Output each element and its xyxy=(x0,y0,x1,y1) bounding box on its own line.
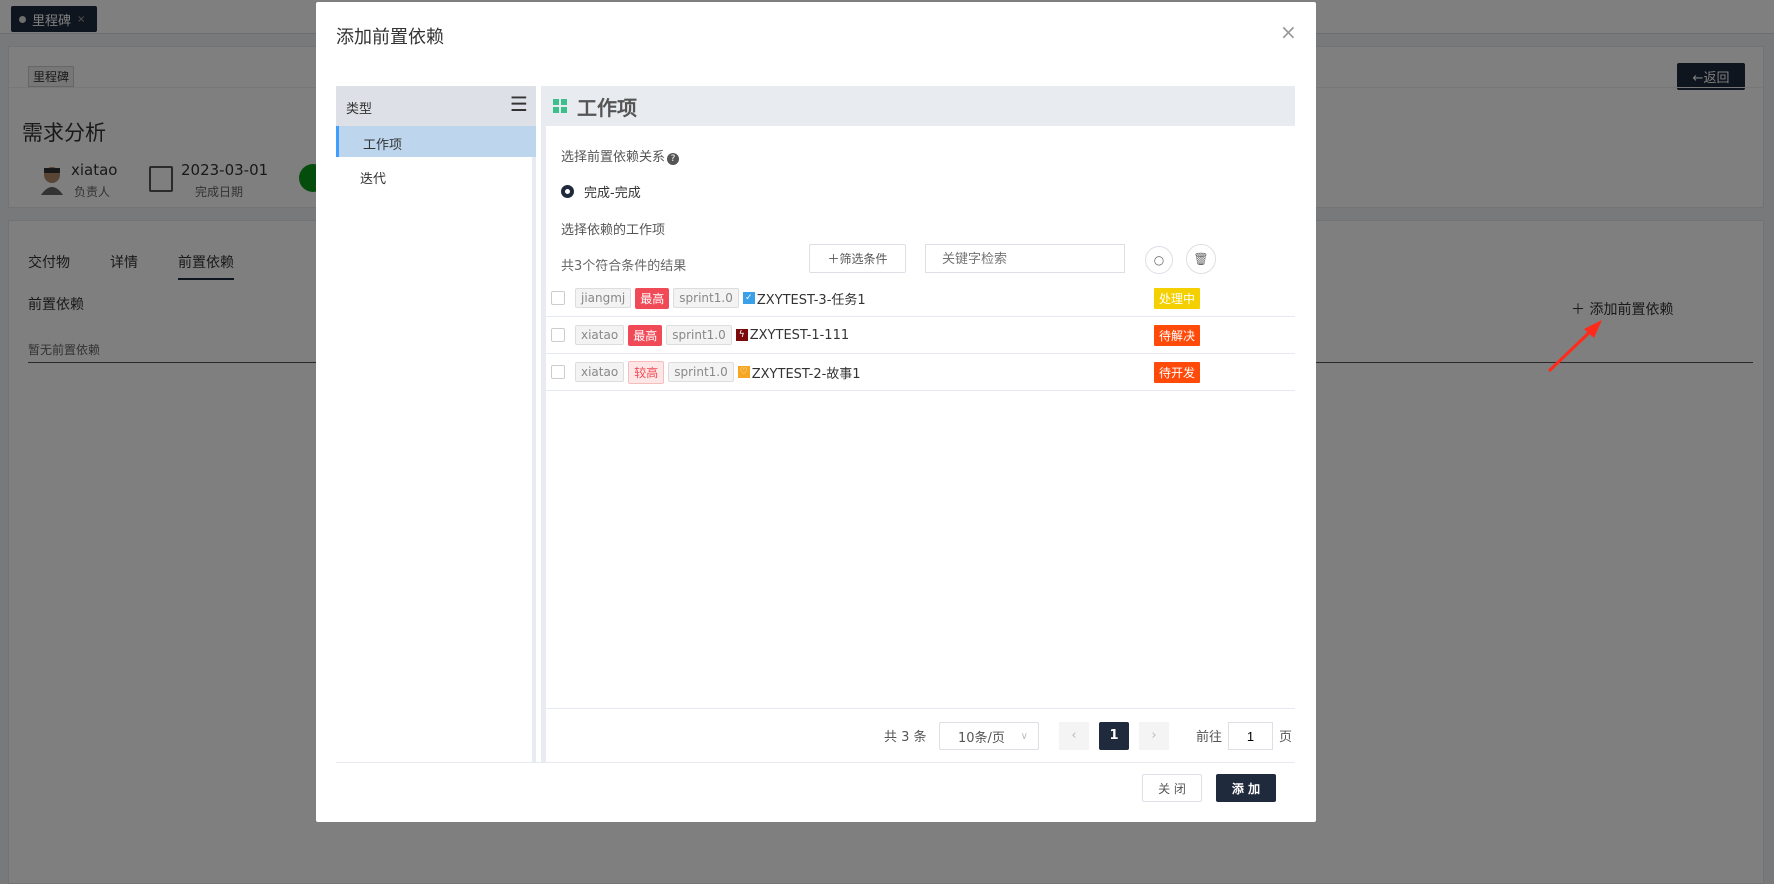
table-row[interactable]: xiatao 较高 sprint1.0 ♡ ZXYTEST-2-故事1 待开发 xyxy=(541,354,1295,391)
delete-icon[interactable]: 🗑 xyxy=(1186,244,1216,274)
help-icon[interactable]: ? xyxy=(667,153,680,165)
radio-icon[interactable] xyxy=(561,185,574,198)
row-checkbox[interactable] xyxy=(551,365,565,379)
relation-option-label: 完成-完成 xyxy=(584,186,641,201)
page-1-button[interactable]: 1 xyxy=(1099,722,1129,750)
page-size-select[interactable]: 10条/页 ∨ xyxy=(939,722,1039,750)
next-page-button[interactable]: › xyxy=(1139,722,1169,750)
search-icon[interactable]: ○ xyxy=(1145,246,1173,274)
sprint-chip: sprint1.0 xyxy=(673,288,739,308)
page-unit-label: 页 xyxy=(1279,730,1293,745)
status-badge: 待开发 xyxy=(1154,361,1201,383)
menu-icon[interactable]: ☰ xyxy=(510,94,528,114)
close-icon[interactable]: × xyxy=(1280,20,1297,44)
task-icon: ✓ xyxy=(742,292,755,304)
pick-label: 选择依赖的工作项 xyxy=(561,223,666,238)
row-checkbox[interactable] xyxy=(551,328,565,342)
status-badge: 待解决 xyxy=(1154,324,1201,346)
sprint-chip: sprint1.0 xyxy=(666,325,732,345)
filter-button[interactable]: ＋ 筛选条件 xyxy=(809,244,906,273)
item-title[interactable]: ZXYTEST-2-故事1 xyxy=(752,363,861,382)
goto-page-input[interactable] xyxy=(1228,722,1273,750)
sprint-chip: sprint1.0 xyxy=(668,362,734,382)
grid-icon xyxy=(553,99,567,113)
type-item-iteration[interactable]: 迭代 xyxy=(360,168,386,187)
table-row[interactable]: jiangmj 最高 sprint1.0 ✓ ZXYTEST-3-任务1 处理中 xyxy=(541,280,1295,317)
row-checkbox[interactable] xyxy=(551,291,565,305)
type-panel: 类型 ☰ 工作项 迭代 xyxy=(336,86,536,762)
panel-header: 工作项 xyxy=(541,86,1295,126)
bug-icon: ϟ xyxy=(735,329,748,341)
add-button[interactable]: 添 加 xyxy=(1216,774,1276,802)
dialog-title: 添加前置依赖 xyxy=(336,27,444,48)
close-button[interactable]: 关 闭 xyxy=(1142,774,1202,802)
owner-chip: jiangmj xyxy=(575,288,632,308)
add-dependency-dialog: 添加前置依赖 × 类型 ☰ 工作项 迭代 工作项 选择前置依赖关系? 完成-完成… xyxy=(316,2,1316,822)
type-item-workitem[interactable]: 工作项 xyxy=(336,126,536,157)
relation-radio[interactable]: 完成-完成 xyxy=(561,182,641,201)
table-row[interactable]: xiatao 最高 sprint1.0 ϟ ZXYTEST-1-111 待解决 xyxy=(541,317,1295,354)
keyword-search-input[interactable] xyxy=(925,244,1125,273)
annotation-arrow-icon xyxy=(1547,320,1602,373)
relation-label: 选择前置依赖关系? xyxy=(561,146,680,165)
status-badge: 处理中 xyxy=(1154,287,1201,309)
priority-chip: 最高 xyxy=(628,324,663,346)
result-count: 共3个符合条件的结果 xyxy=(561,259,687,274)
item-title[interactable]: ZXYTEST-3-任务1 xyxy=(757,289,866,308)
priority-chip: 最高 xyxy=(635,287,670,309)
item-title[interactable]: ZXYTEST-1-111 xyxy=(750,328,849,343)
prev-page-button[interactable]: ‹ xyxy=(1059,722,1089,750)
story-icon: ♡ xyxy=(737,366,750,378)
panel-title: 工作项 xyxy=(577,95,637,120)
owner-chip: xiatao xyxy=(575,362,625,382)
goto-label: 前往 xyxy=(1196,730,1223,745)
chevron-down-icon: ∨ xyxy=(1020,730,1028,742)
owner-chip: xiatao xyxy=(575,325,625,345)
type-header: 类型 xyxy=(346,102,373,117)
pagination-total: 共 3 条 xyxy=(884,730,927,745)
priority-chip: 较高 xyxy=(628,360,665,384)
